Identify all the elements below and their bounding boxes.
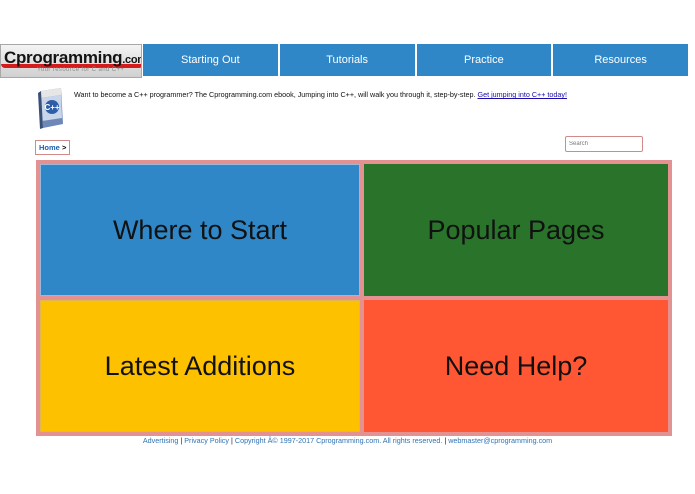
breadcrumb: Home > bbox=[35, 140, 71, 155]
footer-email-link[interactable]: webmaster@cprogramming.com bbox=[448, 436, 552, 445]
logo-text: Cprogramming.com bbox=[4, 48, 141, 67]
footer-divider: | bbox=[180, 436, 183, 445]
book-cover-icon[interactable]: C++ bbox=[38, 88, 65, 130]
logo-tagline: Your resource for C and C++ bbox=[37, 67, 125, 73]
promo-link[interactable]: Get jumping into C++ today! bbox=[478, 90, 568, 99]
nav-item-tutorials[interactable]: Tutorials bbox=[277, 44, 415, 76]
search-input[interactable] bbox=[565, 136, 643, 152]
footer: Advertising | Privacy Policy | Copyright… bbox=[0, 436, 695, 445]
nav-item-practice[interactable]: Practice bbox=[414, 44, 552, 76]
topic-grid: Where to Start Popular Pages Latest Addi… bbox=[36, 160, 672, 436]
footer-divider: | bbox=[444, 436, 447, 445]
main-nav: Starting Out Tutorials Practice Resource… bbox=[143, 44, 688, 76]
footer-privacy-link[interactable]: Privacy Policy bbox=[184, 436, 229, 445]
tile-need-help[interactable]: Need Help? bbox=[364, 300, 668, 432]
tile-where-to-start[interactable]: Where to Start bbox=[40, 164, 360, 296]
footer-advertising-link[interactable]: Advertising bbox=[143, 436, 179, 445]
nav-item-starting-out[interactable]: Starting Out bbox=[143, 44, 278, 76]
breadcrumb-home-link[interactable]: Home bbox=[39, 143, 60, 152]
footer-divider: | bbox=[231, 436, 233, 445]
nav-item-resources[interactable]: Resources bbox=[551, 44, 688, 76]
site-logo[interactable]: Cprogramming.com Your resource for C and… bbox=[0, 44, 142, 78]
tile-latest-additions[interactable]: Latest Additions bbox=[40, 300, 360, 432]
footer-copyright: Copyright Â© 1997-2017 Cprogramming.com.… bbox=[234, 436, 443, 445]
breadcrumb-separator: > bbox=[61, 143, 67, 152]
promo-text: Want to become a C++ programmer? The Cpr… bbox=[74, 90, 567, 99]
svg-text:C++: C++ bbox=[44, 103, 59, 112]
tile-popular-pages[interactable]: Popular Pages bbox=[364, 164, 668, 296]
